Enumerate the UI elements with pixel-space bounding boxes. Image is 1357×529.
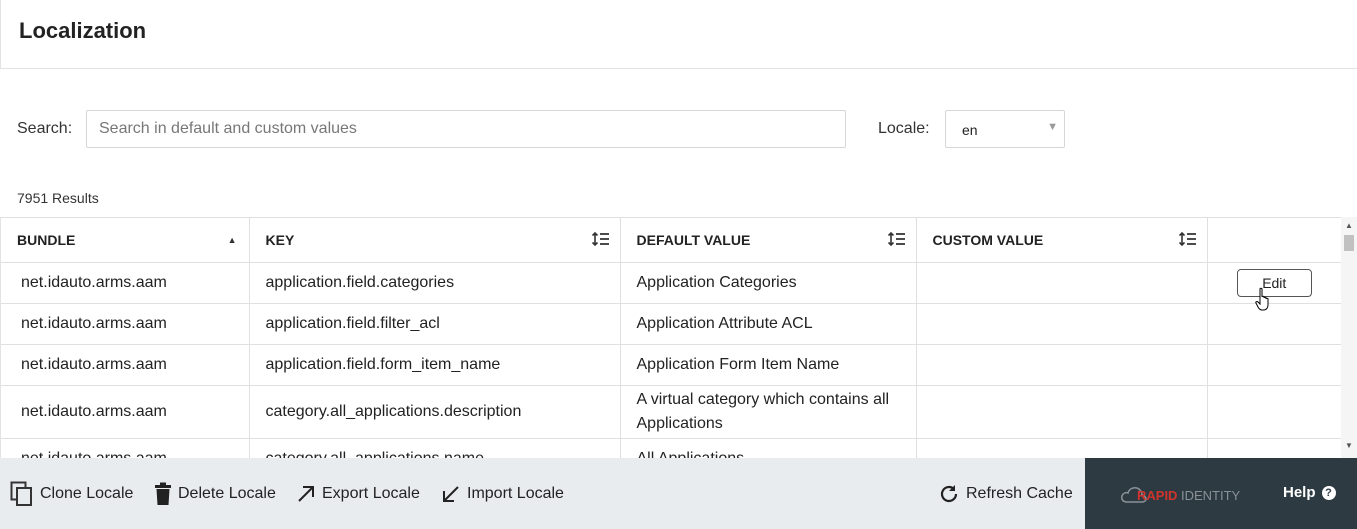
help-label: Help bbox=[1283, 484, 1316, 501]
column-header-label: KEY bbox=[265, 232, 295, 248]
delete-locale-label: Delete Locale bbox=[178, 484, 276, 502]
refresh-cache-button[interactable]: Refresh Cache bbox=[938, 458, 1073, 529]
export-locale-button[interactable]: Export Locale bbox=[296, 458, 420, 529]
sort-icon[interactable] bbox=[887, 231, 906, 247]
delete-locale-button[interactable]: Delete Locale bbox=[154, 458, 276, 529]
page-title: Localization bbox=[19, 18, 147, 43]
page-header: Localization bbox=[0, 0, 1357, 69]
column-header-label: CUSTOM VALUE bbox=[932, 232, 1044, 248]
question-icon: ? bbox=[1321, 485, 1336, 500]
column-header-label: BUNDLE bbox=[17, 232, 76, 248]
trash-icon bbox=[155, 482, 171, 505]
arrow-up-right-icon bbox=[298, 485, 314, 502]
column-header-key[interactable]: KEY bbox=[249, 218, 621, 263]
cell-key: application.field.form_item_name bbox=[249, 344, 621, 386]
import-locale-label: Import Locale bbox=[467, 484, 564, 502]
scroll-up-icon[interactable]: ▲ bbox=[1345, 221, 1353, 230]
clone-locale-label: Clone Locale bbox=[40, 484, 134, 502]
cell-default-value: All Applications bbox=[620, 438, 917, 458]
column-header-bundle[interactable]: BUNDLE ▲ bbox=[1, 218, 250, 263]
cell-custom-value bbox=[916, 303, 1208, 345]
cell-default-value: Application Form Item Name bbox=[620, 344, 917, 386]
cell-actions bbox=[1207, 303, 1341, 345]
footer-toolbar: Clone Locale Delete Locale Export Locale… bbox=[0, 458, 1357, 529]
table-row[interactable]: net.idauto.arms.aam application.field.ca… bbox=[1, 262, 1341, 304]
sort-ascending-icon: ▲ bbox=[227, 235, 237, 245]
cell-key: application.field.categories bbox=[249, 262, 621, 304]
cell-actions bbox=[1207, 385, 1341, 439]
cell-bundle: net.idauto.arms.aam bbox=[1, 262, 250, 304]
table-row[interactable]: net.idauto.arms.aam category.all_applica… bbox=[1, 438, 1341, 458]
search-input[interactable] bbox=[86, 110, 846, 148]
cell-custom-value bbox=[916, 344, 1208, 386]
column-header-custom-value[interactable]: CUSTOM VALUE bbox=[916, 218, 1208, 263]
help-button[interactable]: Help ? bbox=[1283, 484, 1336, 501]
table-scrollbar[interactable]: ▲ ▼ bbox=[1341, 217, 1357, 458]
locale-label: Locale: bbox=[878, 120, 930, 137]
cell-bundle: net.idauto.arms.aam bbox=[1, 438, 250, 458]
svg-text:RAPID: RAPID bbox=[1137, 488, 1177, 503]
refresh-icon bbox=[940, 484, 958, 502]
cell-key: category.all_applications.name bbox=[249, 438, 621, 458]
cell-custom-value bbox=[916, 438, 1208, 458]
column-header-actions bbox=[1207, 218, 1341, 263]
refresh-cache-label: Refresh Cache bbox=[966, 484, 1073, 502]
chevron-down-icon: ▼ bbox=[1047, 121, 1058, 133]
cell-custom-value bbox=[916, 385, 1208, 439]
cell-default-value: Application Attribute ACL bbox=[620, 303, 917, 345]
cell-bundle: net.idauto.arms.aam bbox=[1, 303, 250, 345]
svg-text:IDENTITY: IDENTITY bbox=[1181, 488, 1241, 503]
brand-panel: RAPID IDENTITY Help ? bbox=[1085, 458, 1357, 529]
table-row[interactable]: net.idauto.arms.aam application.field.fo… bbox=[1, 344, 1341, 386]
cell-actions: Edit bbox=[1207, 262, 1341, 304]
column-header-default-value[interactable]: DEFAULT VALUE bbox=[620, 218, 917, 263]
hand-cursor-icon bbox=[1255, 287, 1269, 311]
scroll-down-icon[interactable]: ▼ bbox=[1345, 441, 1353, 450]
localization-table: BUNDLE ▲ KEY DEFAULT VALUE CUSTOM VALUE … bbox=[0, 217, 1341, 458]
table-row[interactable]: net.idauto.arms.aam application.field.fi… bbox=[1, 303, 1341, 345]
scroll-thumb[interactable] bbox=[1344, 235, 1354, 251]
cell-custom-value bbox=[916, 262, 1208, 304]
edit-button[interactable]: Edit bbox=[1236, 269, 1312, 297]
cell-actions bbox=[1207, 438, 1341, 458]
copy-icon bbox=[10, 481, 32, 506]
cell-key: application.field.filter_acl bbox=[249, 303, 621, 345]
cell-default-value: Application Categories bbox=[620, 262, 917, 304]
cell-key: category.all_applications.description bbox=[249, 385, 621, 439]
cell-default-value: A virtual category which contains all Ap… bbox=[620, 385, 917, 439]
search-label: Search: bbox=[17, 120, 73, 137]
arrow-down-left-icon bbox=[443, 485, 459, 502]
sort-icon[interactable] bbox=[1178, 231, 1197, 247]
sort-icon[interactable] bbox=[591, 231, 610, 247]
import-locale-button[interactable]: Import Locale bbox=[441, 458, 564, 529]
column-header-label: DEFAULT VALUE bbox=[636, 232, 751, 248]
clone-locale-button[interactable]: Clone Locale bbox=[10, 458, 133, 529]
cell-actions bbox=[1207, 344, 1341, 386]
results-count: 7951 Results bbox=[17, 190, 99, 206]
rapididentity-logo: RAPID IDENTITY bbox=[1121, 487, 1241, 503]
cell-bundle: net.idauto.arms.aam bbox=[1, 344, 250, 386]
cell-bundle: net.idauto.arms.aam bbox=[1, 385, 250, 439]
locale-selected-value: en bbox=[962, 122, 978, 138]
locale-select[interactable]: en ▼ bbox=[945, 110, 1065, 148]
table-row[interactable]: net.idauto.arms.aam category.all_applica… bbox=[1, 385, 1341, 439]
export-locale-label: Export Locale bbox=[322, 484, 420, 502]
